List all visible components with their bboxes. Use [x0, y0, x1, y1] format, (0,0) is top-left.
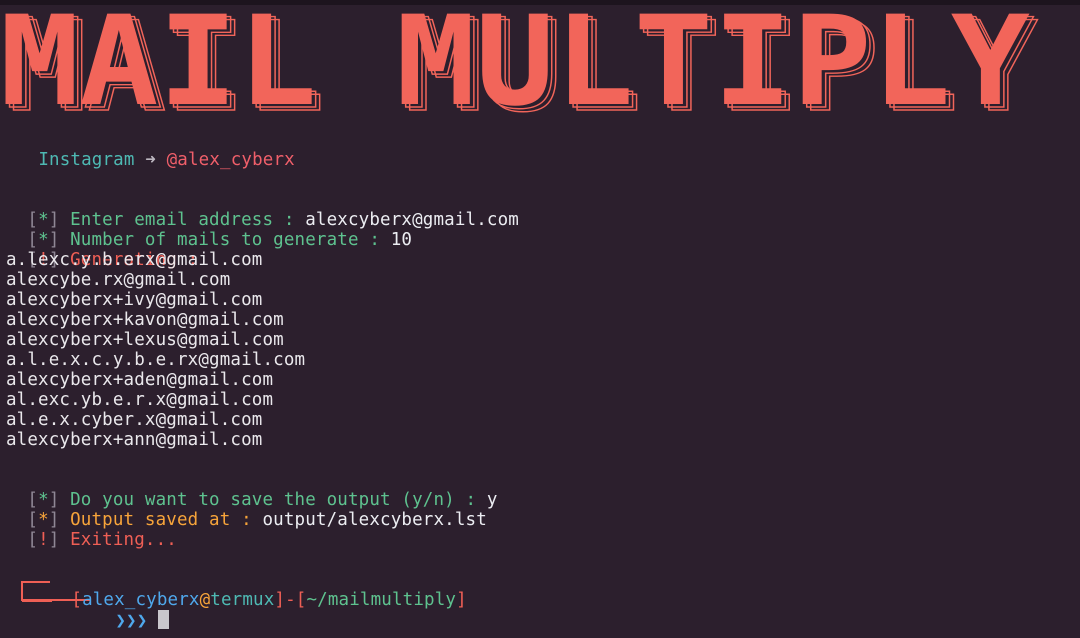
exiting-line: [!] Exiting...: [27, 530, 177, 550]
count-input-value: 10: [390, 230, 413, 250]
shell-at: @: [199, 590, 211, 610]
generated-email: al.e.x.cyber.x@gmail.com: [6, 410, 263, 430]
generated-email: a.l.e.x.c.y.b.e.rx@gmail.com: [6, 350, 306, 370]
banner-title: MAIL MULTIPLY: [0, 4, 1030, 126]
text-cursor[interactable]: [158, 610, 170, 629]
generated-email: a.lexc.y.b.erx@gmail.com: [6, 250, 263, 270]
shell-dash: -: [285, 590, 296, 610]
generated-email: alexcyberx+kavon@gmail.com: [6, 310, 284, 330]
warn-marker: !: [38, 530, 49, 550]
shell-input-line[interactable]: ❯❯❯: [94, 590, 170, 631]
prompt-chevrons-icon: ❯❯❯: [115, 611, 148, 631]
generated-email: alexcyberx+lexus@gmail.com: [6, 330, 284, 350]
save-answer-value: y: [486, 490, 498, 510]
arrow-icon: ➜: [145, 150, 156, 170]
shell-path: ~/mailmultiply: [306, 590, 457, 610]
generated-email: al.exc.yb.e.r.x@gmail.com: [6, 390, 274, 410]
generated-email: alexcyberx+aden@gmail.com: [6, 370, 274, 390]
output-saved-line: [*] Output saved at : output/alexcyberx.…: [27, 510, 487, 530]
shell-prompt-line: [alex_cyberx@termux]-[~/mailmultiply]: [71, 590, 467, 610]
ascii-banner: MAIL MULTIPLY MAIL MULTIPLY MAIL MULTIPL…: [0, 4, 1080, 126]
generating-line: [!] Generating :: [27, 250, 199, 270]
generated-email: alexcybe.rx@gmail.com: [6, 270, 231, 290]
credit-label: Instagram: [38, 150, 135, 170]
shell-host: termux: [210, 590, 275, 610]
generated-email: alexcyberx+ann@gmail.com: [6, 430, 263, 450]
exiting-label: Exiting...: [70, 530, 177, 550]
credit-line: Instagram ➜ @alex_cyberx: [17, 130, 295, 170]
save-prompt-line: [*] Do you want to save the output (y/n)…: [27, 490, 498, 510]
prompt-count-line: [*] Number of mails to generate : 10: [27, 230, 413, 250]
credit-handle[interactable]: @alex_cyberx: [167, 150, 295, 170]
output-file-path: output/alexcyberx.lst: [262, 510, 487, 530]
generated-email: alexcyberx+ivy@gmail.com: [6, 290, 263, 310]
prompt-email-line: [*] Enter email address : alexcyberx@gma…: [27, 210, 519, 230]
banner-graphic: MAIL MULTIPLY MAIL MULTIPLY MAIL MULTIPL…: [0, 4, 1039, 126]
